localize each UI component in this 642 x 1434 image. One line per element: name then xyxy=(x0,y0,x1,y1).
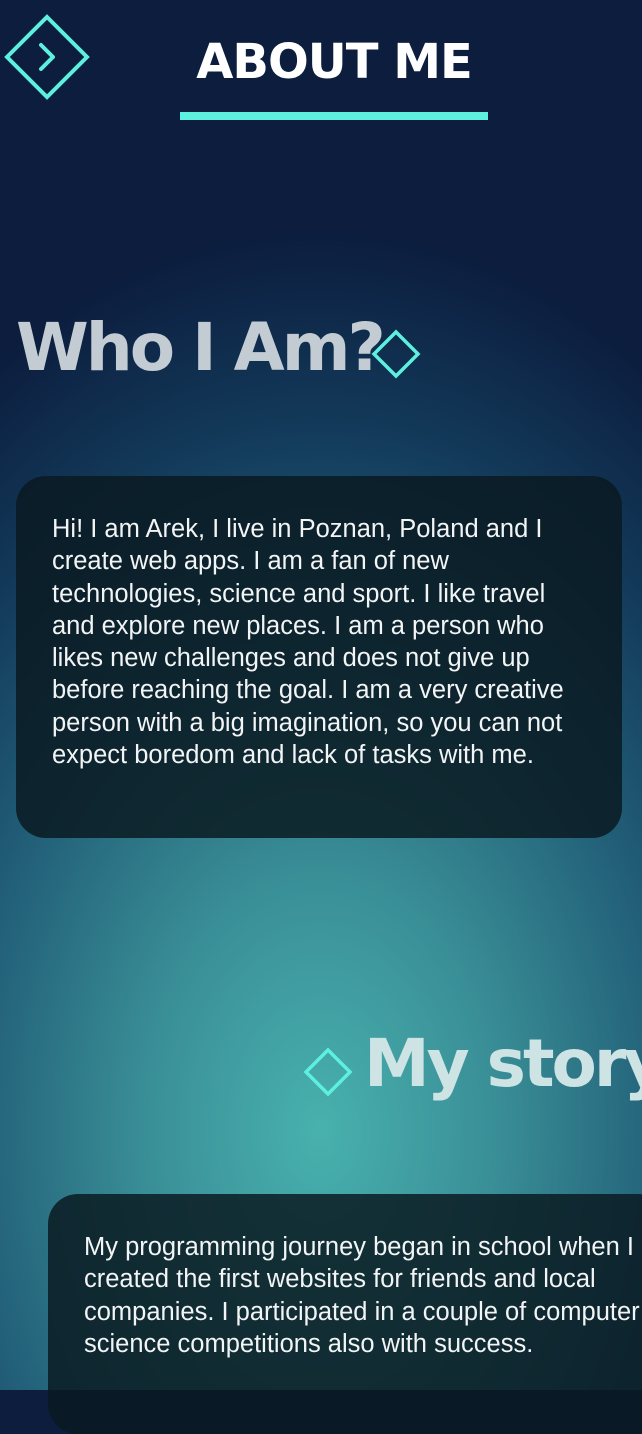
chevron-right-diamond-icon xyxy=(4,14,90,100)
my-story-heading: My story xyxy=(364,1025,642,1102)
who-i-am-heading: Who I Am? xyxy=(16,309,386,386)
diamond-icon xyxy=(370,328,422,380)
diamond-icon xyxy=(302,1046,354,1098)
nav-menu-toggle-button[interactable] xyxy=(4,14,90,100)
my-story-card: My programming journey began in school w… xyxy=(48,1194,642,1434)
page-title: ABOUT ME xyxy=(196,34,473,90)
who-i-am-card: Hi! I am Arek, I live in Poznan, Poland … xyxy=(16,476,622,838)
my-story-text: My programming journey began in school w… xyxy=(84,1233,640,1358)
title-underline xyxy=(180,112,488,120)
who-i-am-text: Hi! I am Arek, I live in Poznan, Poland … xyxy=(52,515,564,770)
